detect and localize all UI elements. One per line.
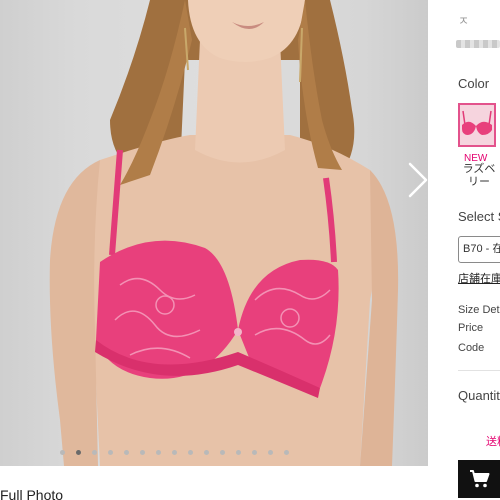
product-name-placeholder — [456, 40, 500, 48]
gallery-dot[interactable] — [172, 450, 177, 455]
shopping-cart-icon — [470, 470, 490, 488]
chevron-right-icon — [408, 162, 428, 198]
full-photo-link[interactable]: Full Photo — [0, 487, 63, 500]
gallery-dot[interactable] — [156, 450, 161, 455]
gallery-dot[interactable] — [220, 450, 225, 455]
brand-mark: ㅈ — [458, 14, 470, 28]
color-swatch-raspberry[interactable] — [458, 103, 496, 147]
quantity-label: Quantity — [458, 388, 500, 403]
next-image-arrow[interactable] — [402, 160, 428, 200]
product-info-panel: ㅈ Color NEW ラズベリー Select Size B70 - 在庫 店… — [428, 0, 500, 500]
gallery-pagination — [60, 450, 289, 458]
gallery-dot[interactable] — [124, 450, 129, 455]
size-detail-label: Size Detail — [458, 304, 500, 316]
gallery-dot[interactable] — [92, 450, 97, 455]
code-label: Code — [458, 342, 485, 354]
size-select[interactable]: B70 - 在庫 — [458, 236, 500, 263]
gallery-dot[interactable] — [284, 450, 289, 455]
divider — [458, 370, 500, 371]
gallery-dot[interactable] — [236, 450, 241, 455]
gallery-dot[interactable] — [268, 450, 273, 455]
select-size-label: Select Size — [458, 209, 500, 224]
gallery-dot[interactable] — [76, 450, 81, 455]
add-to-cart-button[interactable] — [458, 460, 500, 498]
color-label: Color — [458, 76, 490, 91]
free-shipping-text: 送料無料 — [486, 436, 500, 448]
gallery-dot[interactable] — [140, 450, 145, 455]
swatch-color-name: ラズベリー — [462, 163, 496, 188]
product-photo[interactable] — [0, 0, 428, 466]
store-stock-link[interactable]: 店舗在庫確認 — [458, 270, 500, 286]
model-photo-illustration — [49, 0, 399, 466]
gallery-dot[interactable] — [60, 450, 65, 455]
gallery-dot[interactable] — [204, 450, 209, 455]
swatch-thumbnail — [460, 105, 494, 145]
price-label: Price — [458, 322, 484, 334]
gallery-dot[interactable] — [188, 450, 193, 455]
gallery-dot[interactable] — [252, 450, 257, 455]
gallery-dot[interactable] — [108, 450, 113, 455]
